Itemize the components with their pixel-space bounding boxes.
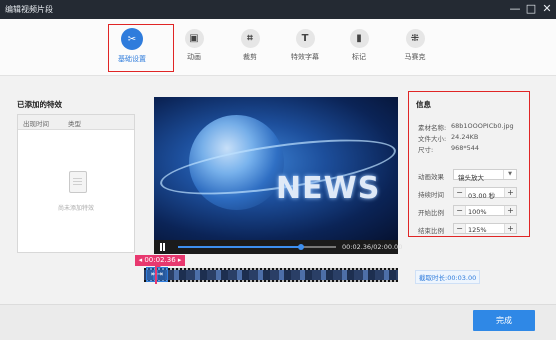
maximize-button[interactable]: □ xyxy=(524,2,538,16)
minimize-button[interactable]: — xyxy=(508,2,522,16)
tool-label: 动画 xyxy=(187,53,201,61)
material-name-row: 素材名称: 68b1OOOPICb0.jpg xyxy=(418,122,514,132)
mosaic-icon: ⁜ xyxy=(405,29,425,48)
tool-animation[interactable]: ▣ 动画 xyxy=(176,19,212,75)
col-time: 出现时间 xyxy=(23,120,49,128)
duration-value: 03.00 秒 xyxy=(468,192,496,200)
video-preview[interactable]: NEWS xyxy=(154,97,398,240)
tool-label: 特效字幕 xyxy=(291,53,319,61)
minus-icon[interactable]: − xyxy=(454,206,466,215)
effects-panel-title: 已添加的特效 xyxy=(17,100,62,109)
start-ratio-label: 开始比例 xyxy=(418,209,444,217)
file-size-label: 文件大小: xyxy=(418,135,447,143)
title-bar: 编辑视频片段 — □ ✕ xyxy=(0,0,556,19)
animation-icon: ▣ xyxy=(184,29,204,48)
prev-frame-icon[interactable]: ◂ xyxy=(139,256,143,264)
tool-label: 裁剪 xyxy=(243,53,257,61)
crop-icon: ⌗ xyxy=(240,29,260,48)
seek-knob[interactable] xyxy=(298,244,305,250)
end-ratio-value: 125% xyxy=(468,226,487,234)
duration-label: 持续时间 xyxy=(418,191,444,199)
done-button[interactable]: 完成 xyxy=(473,310,535,331)
tool-mark[interactable]: ▮ 标记 xyxy=(341,19,377,75)
chevron-down-icon: ▼ xyxy=(503,170,516,179)
bookmark-icon: ▮ xyxy=(349,29,369,48)
plus-icon[interactable]: + xyxy=(504,206,516,215)
minus-icon[interactable]: − xyxy=(454,188,466,197)
pause-icon[interactable] xyxy=(160,243,162,251)
end-ratio-label: 结束比例 xyxy=(418,227,444,235)
player-controls: 00:02.36/02:00.00 xyxy=(154,240,402,254)
highlight-frame xyxy=(108,24,174,72)
playback-time: 00:02.36/02:00.00 xyxy=(342,243,403,251)
dimensions-value: 968*544 xyxy=(451,144,480,152)
seek-fill xyxy=(178,246,302,248)
tool-crop[interactable]: ⌗ 裁剪 xyxy=(232,19,268,75)
effects-list: 出现时间 类型 尚未添加特效 xyxy=(17,114,135,253)
clip-selection[interactable]: ⇤⇥ xyxy=(146,267,168,282)
minus-icon[interactable]: − xyxy=(454,224,466,233)
material-name-label: 素材名称: xyxy=(418,124,447,132)
duration-stepper[interactable]: − 03.00 秒 + xyxy=(453,187,517,200)
animation-effect-label: 动画效果 xyxy=(418,173,444,181)
info-panel: 信息 素材名称: 68b1OOOPICb0.jpg 文件大小: 24.24KB … xyxy=(408,91,530,237)
close-button[interactable]: ✕ xyxy=(540,2,554,16)
start-ratio-stepper[interactable]: − 100% + xyxy=(453,205,517,216)
animation-effect-select[interactable]: 镜头放大 ▼ xyxy=(453,169,517,182)
time-marker[interactable]: ◂ 00:02.36 ▸ xyxy=(135,255,185,269)
info-title: 信息 xyxy=(416,100,431,109)
dimensions-row: 尺寸: 968*544 xyxy=(418,144,479,154)
file-size-value: 24.24KB xyxy=(451,133,479,141)
effects-list-header: 出现时间 类型 xyxy=(18,115,134,130)
news-text: NEWS xyxy=(276,171,381,206)
start-ratio-value: 100% xyxy=(468,208,487,216)
plus-icon[interactable]: + xyxy=(504,188,516,197)
tool-mosaic[interactable]: ⁜ 马赛克 xyxy=(395,19,435,75)
playhead[interactable] xyxy=(155,264,157,284)
material-name-value: 68b1OOOPICb0.jpg xyxy=(451,122,514,130)
next-frame-icon[interactable]: ▸ xyxy=(178,256,182,264)
seek-bar[interactable] xyxy=(178,244,336,250)
plus-icon[interactable]: + xyxy=(504,224,516,233)
tool-label: 马赛克 xyxy=(404,53,426,61)
tool-effect-subtitle[interactable]: T 特效字幕 xyxy=(284,19,326,75)
empty-text: 尚未添加特效 xyxy=(57,205,94,212)
marker-time: 00:02.36 xyxy=(144,256,176,264)
clip-duration: 截取时长:00:03.00 xyxy=(415,270,481,284)
dimensions-label: 尺寸: xyxy=(418,146,434,154)
empty-document-icon xyxy=(69,171,87,193)
text-icon: T xyxy=(295,29,315,48)
file-size-row: 文件大小: 24.24KB xyxy=(418,133,478,143)
animation-effect-value: 镜头放大 xyxy=(458,174,484,182)
timeline-filmstrip[interactable] xyxy=(144,268,398,282)
tool-label: 标记 xyxy=(352,53,366,61)
window-title: 编辑视频片段 xyxy=(5,5,53,14)
edit-toolbar: ✂ 基础设置 ▣ 动画 ⌗ 裁剪 T 特效字幕 ▮ 标记 ⁜ 马赛克 xyxy=(0,19,556,76)
col-type: 类型 xyxy=(68,120,81,128)
end-ratio-stepper[interactable]: − 125% + xyxy=(453,223,517,234)
